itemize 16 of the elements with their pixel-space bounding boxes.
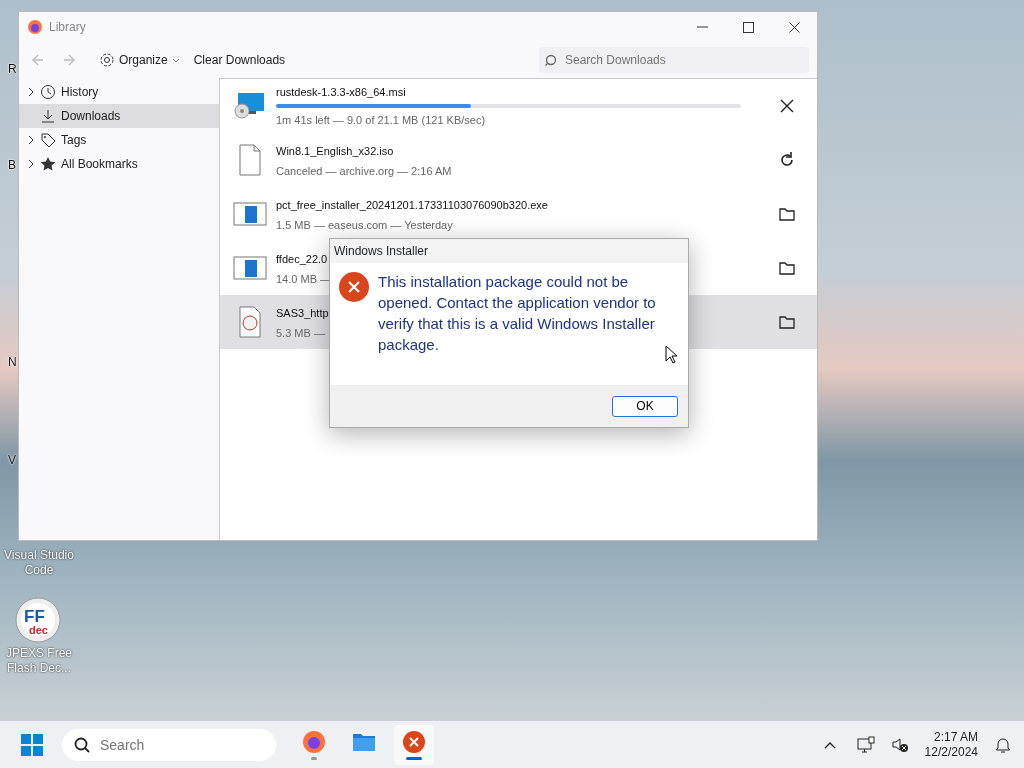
desktop-label: B: [8, 157, 16, 174]
download-status: Canceled — archive.org — 2:16 AM: [276, 164, 452, 179]
dialog-title: Windows Installer: [330, 239, 688, 263]
file-name: ffdec_22.0: [276, 251, 328, 267]
download-status: 1.5 MB — easeus.com — Yesterday: [276, 218, 453, 233]
file-name: Win8.1_English_x32.iso: [276, 143, 394, 159]
file-name: pct_free_installer_20241201.17331103076090b320.exe: [276, 197, 548, 213]
desktop-label: N: [8, 354, 17, 371]
file-name: rustdesk-1.3.3-x86_64.msi: [276, 84, 406, 100]
download-status: 1m 41s left — 9.0 of 21.1 MB (121 KB/sec): [276, 113, 486, 128]
download-status: 5.3 MB —: [276, 326, 325, 341]
desktop-label: R: [8, 61, 17, 78]
window-title: Library: [49, 19, 86, 36]
file-name: SAS3_http: [276, 305, 329, 321]
error-message: This installation package could not be opened. Contact the application vendor to verify that this is a valid Windows Installer package.: [378, 272, 657, 355]
desktop-label: V: [8, 452, 16, 469]
